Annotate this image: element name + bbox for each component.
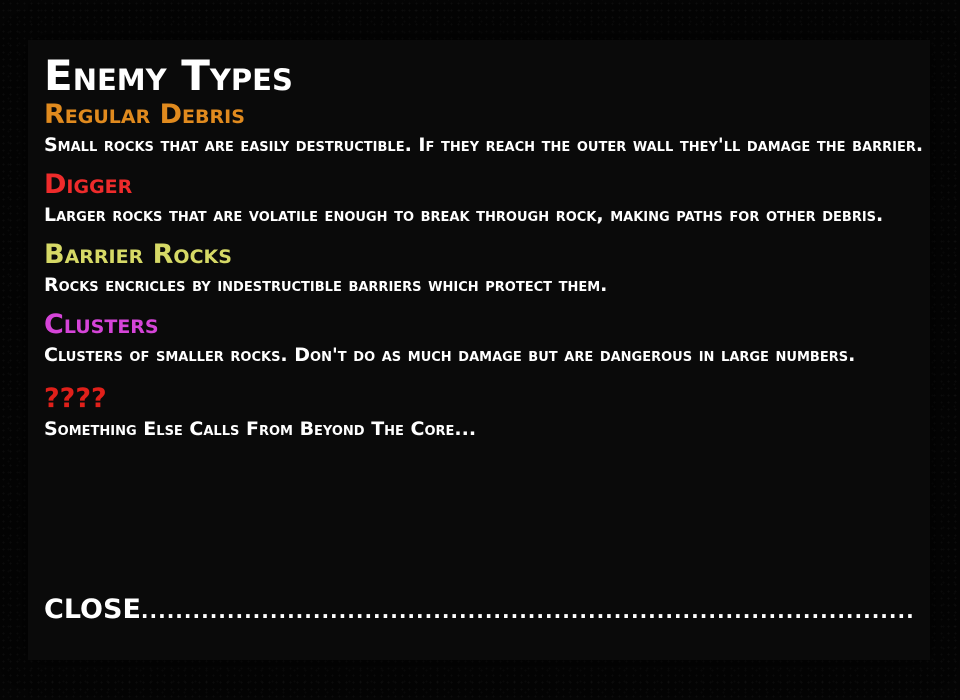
enemy-entry-barrier-rocks: Barrier Rocks Rocks encricles by indestr… (44, 240, 924, 300)
enemy-entry-digger: Digger Larger rocks that are volatile en… (44, 170, 924, 230)
enemy-entry-mystery: ???? Something Else Calls From Beyond Th… (44, 384, 924, 444)
enemy-entry-regular-debris: Regular Debris Small rocks that are easi… (44, 100, 924, 160)
enemy-name-mystery: ???? (44, 383, 107, 414)
enemy-description-regular-debris: Small rocks that are easily destructible… (44, 134, 924, 156)
enemy-name-barrier-rocks: Barrier Rocks (44, 239, 232, 270)
enemy-entry-clusters: Clusters Clusters of smaller rocks. Don'… (44, 310, 924, 370)
close-button-label: CLOSE (44, 594, 141, 625)
enemy-name-digger: Digger (44, 169, 133, 200)
close-button-leader-dots: ........................................… (140, 599, 916, 623)
enemy-description-clusters: Clusters of smaller rocks. Don't do as m… (44, 344, 856, 366)
enemy-description-digger: Larger rocks that are volatile enough to… (44, 204, 884, 226)
panel-title: Enemy Types (44, 51, 293, 100)
enemy-types-content: Enemy Types Regular Debris Small rocks t… (44, 52, 924, 444)
enemy-name-regular-debris: Regular Debris (44, 99, 245, 130)
enemy-name-clusters: Clusters (44, 309, 159, 340)
close-button[interactable]: CLOSE...................................… (44, 590, 916, 630)
enemy-description-mystery: Something Else Calls From Beyond The Cor… (44, 418, 477, 440)
enemy-description-barrier-rocks: Rocks encricles by indestructible barrie… (44, 274, 608, 296)
